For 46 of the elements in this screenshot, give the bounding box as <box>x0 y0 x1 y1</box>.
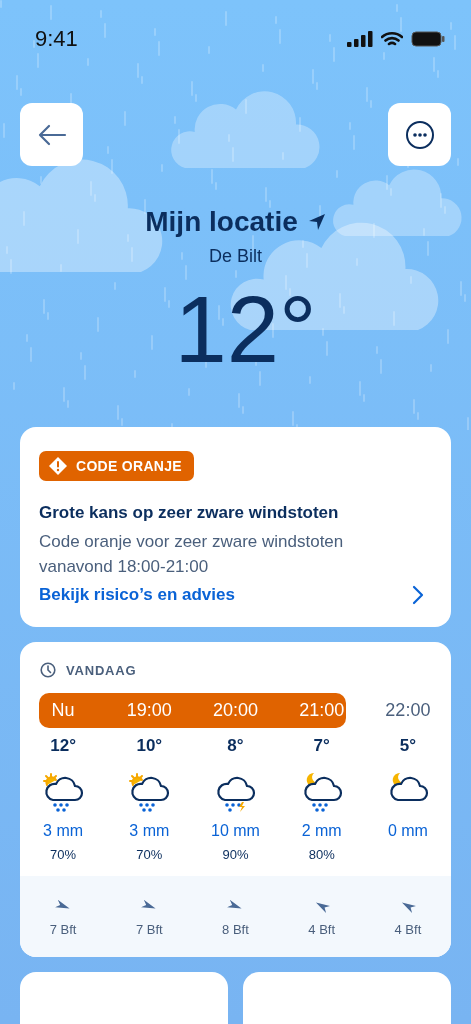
hour-label: 22:00 <box>384 699 432 722</box>
hour-label: 19:00 <box>106 693 193 728</box>
more-button[interactable] <box>388 103 451 166</box>
section-heading: VANDAAG <box>66 662 137 678</box>
hour-label: 20:00 <box>192 693 279 728</box>
advice-link[interactable]: Bekijk risico’s en advies <box>39 585 235 605</box>
back-button[interactable] <box>20 103 83 166</box>
chevron-right-icon[interactable] <box>412 585 424 605</box>
hour-temperature: 10° <box>136 736 163 756</box>
precipitation-chance: 70% <box>136 847 163 862</box>
location-title: Mijn locatie <box>145 206 298 238</box>
wifi-icon <box>381 31 403 47</box>
place-name: De Bilt <box>209 246 262 267</box>
wind-force: 4 Bft <box>394 922 422 937</box>
status-time: 9:41 <box>35 26 78 52</box>
location-arrow-icon <box>307 213 326 231</box>
signal-icon <box>347 31 373 47</box>
precipitation-chance: 70% <box>50 847 77 862</box>
warning-description: Code oranje voor zeer zware windstoten vanavond 18:00-21:00 <box>39 531 345 578</box>
wind-force: 8 Bft <box>222 922 249 937</box>
clock-icon <box>40 662 56 678</box>
back-arrow-icon <box>36 122 67 147</box>
wind-force: 4 Bft <box>308 922 336 937</box>
hour-label: Nu <box>39 693 107 728</box>
hour-temperature: 7° <box>313 736 330 756</box>
precipitation: 2 mm <box>301 822 342 840</box>
weather-icon <box>41 770 86 814</box>
more-icon <box>404 119 435 150</box>
precipitation: 0 mm <box>387 822 428 840</box>
warning-level: CODE ORANJE <box>76 458 182 474</box>
battery-icon <box>411 31 445 47</box>
precipitation: 10 mm <box>211 822 260 840</box>
hour-temperature: 5° <box>399 736 416 756</box>
warning-icon <box>49 457 67 475</box>
precipitation: 3 mm <box>43 822 84 840</box>
hour-temperature: 12° <box>50 736 76 756</box>
precipitation-chance: 80% <box>308 847 335 862</box>
hour-label: 21:00 <box>278 693 346 728</box>
hour-temperature: 8° <box>227 736 244 756</box>
wind-force: 7 Bft <box>49 922 77 937</box>
precipitation: 3 mm <box>129 822 170 840</box>
wind-force: 7 Bft <box>135 922 163 937</box>
warning-title: Grote kans op zeer zware windstoten <box>39 503 340 523</box>
current-temperature: 12° <box>174 283 317 377</box>
weather-icon <box>127 770 172 814</box>
precipitation-chance: 90% <box>222 847 249 862</box>
